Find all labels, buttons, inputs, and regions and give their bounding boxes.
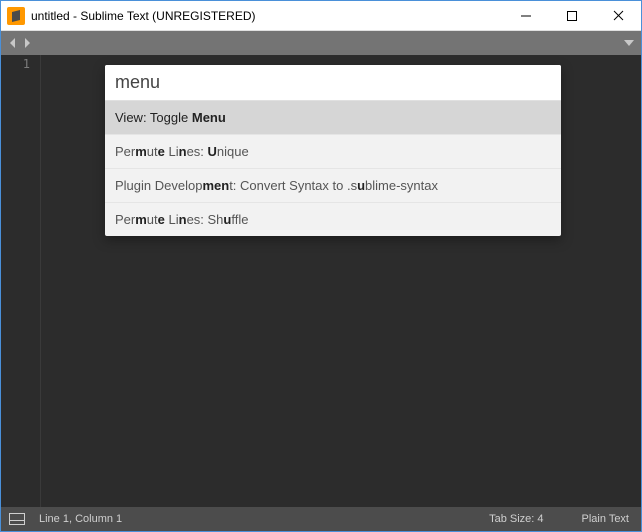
maximize-button[interactable] [549,1,595,30]
command-palette: View: Toggle MenuPermute Lines: UniquePl… [105,65,561,236]
window-title: untitled - Sublime Text (UNREGISTERED) [31,9,503,23]
nav-back-button[interactable] [7,37,19,49]
status-position[interactable]: Line 1, Column 1 [39,513,122,525]
status-bar: Line 1, Column 1 Tab Size: 4 Plain Text [1,507,641,531]
palette-item[interactable]: View: Toggle Menu [105,101,561,134]
palette-item[interactable]: Permute Lines: Shuffle [105,202,561,236]
palette-item[interactable]: Permute Lines: Unique [105,134,561,168]
palette-list: View: Toggle MenuPermute Lines: UniquePl… [105,101,561,236]
window-controls [503,1,641,30]
editor-area: 1 View: Toggle MenuPermute Lines: Unique… [1,55,641,507]
palette-input-wrap [105,65,561,101]
close-button[interactable] [595,1,641,30]
panel-switcher-icon[interactable] [9,513,25,525]
app-icon [7,7,25,25]
gutter: 1 [1,55,41,507]
palette-item[interactable]: Plugin Development: Convert Syntax to .s… [105,168,561,202]
nav-bar [1,31,641,55]
status-tab-size[interactable]: Tab Size: 4 [489,513,543,525]
title-bar: untitled - Sublime Text (UNREGISTERED) [1,1,641,31]
minimize-button[interactable] [503,1,549,30]
status-language[interactable]: Plain Text [582,513,630,525]
line-number: 1 [1,57,30,71]
tab-dropdown-button[interactable] [623,37,635,49]
palette-input[interactable] [105,65,561,100]
nav-forward-button[interactable] [21,37,33,49]
